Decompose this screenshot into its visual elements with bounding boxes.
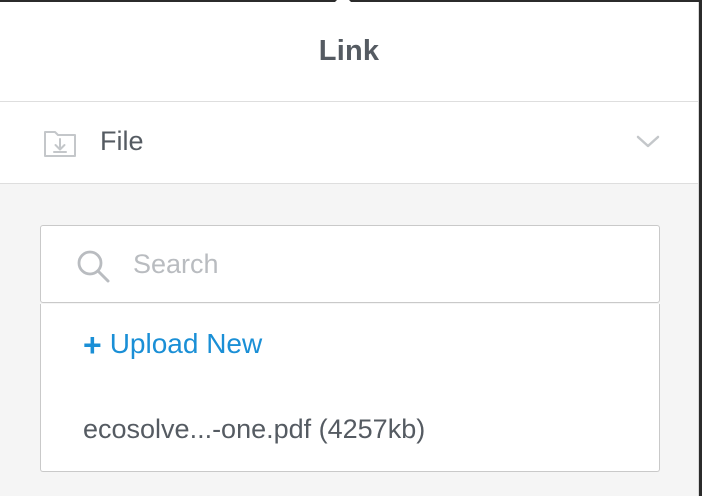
link-type-label: File xyxy=(100,126,144,156)
link-panel: Link File + Upload New ecosolve...-one.p… xyxy=(0,0,699,496)
results-list: + Upload New ecosolve...-one.pdf (4257kb… xyxy=(40,304,660,472)
list-item[interactable]: ecosolve...-one.pdf (4257kb) xyxy=(83,414,425,445)
plus-icon: + xyxy=(83,327,102,363)
panel-header: Link xyxy=(0,2,698,102)
search-icon xyxy=(77,250,110,283)
page-title: Link xyxy=(318,35,380,67)
search-input[interactable] xyxy=(133,244,633,284)
chevron-down-icon[interactable] xyxy=(635,133,661,151)
link-type-select[interactable]: File xyxy=(0,102,698,184)
search-box[interactable] xyxy=(40,225,660,303)
upload-new-label: Upload New xyxy=(109,328,263,359)
upload-new-button[interactable]: + Upload New xyxy=(83,327,263,363)
folder-download-icon xyxy=(44,131,76,157)
